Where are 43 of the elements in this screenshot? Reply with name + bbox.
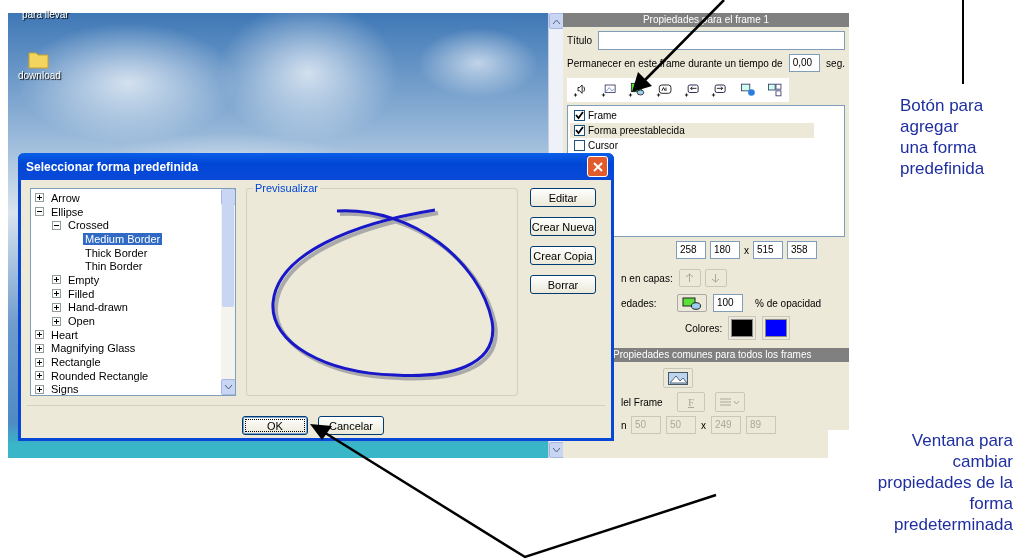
tree-item[interactable]: Arrow [49, 191, 82, 204]
field-label: edades: [621, 297, 658, 309]
dialog-button[interactable]: Borrar [530, 275, 596, 294]
tree-item[interactable]: Thin Border [83, 260, 145, 273]
dialog-title: Seleccionar forma predefinida [26, 159, 199, 174]
tree-item[interactable]: Empty [66, 273, 102, 286]
tree-item[interactable]: Medium Border [83, 232, 163, 245]
duration-input-field[interactable]: 0,00 [788, 54, 821, 72]
tree-item[interactable]: Signs [49, 383, 81, 395]
field-label: lel Frame [621, 396, 664, 408]
tree-item[interactable]: Ellipse [49, 205, 86, 218]
tree-item[interactable]: Crossed [66, 219, 111, 232]
opacity-input-field[interactable]: 100 [713, 294, 743, 312]
field-label: n en capas: [621, 272, 673, 284]
position-input-field[interactable]: 180 [710, 241, 740, 259]
tree-item[interactable]: Filled [66, 287, 97, 300]
size-input-field[interactable]: 515 [753, 241, 783, 259]
ok-button[interactable]: OK [242, 416, 308, 435]
layer-item[interactable]: Frame [570, 108, 814, 123]
layer-item[interactable]: Forma preestablecida [570, 123, 814, 138]
field-label: Título [567, 35, 592, 46]
layer-item[interactable]: Cursor [570, 138, 814, 153]
field-label: Colores: [685, 322, 723, 334]
tree-item[interactable]: Hand-drawn [66, 301, 130, 314]
tree-item[interactable]: Rectangle [49, 356, 103, 369]
dialog-button[interactable]: Crear Nueva [530, 217, 596, 236]
size-input-field[interactable]: 358 [787, 241, 817, 259]
group-label: Previsualizar [253, 182, 320, 194]
separator-label: x [701, 419, 706, 431]
field-label: % de opacidad [755, 297, 822, 309]
cancel-button[interactable]: Cancelar [318, 416, 384, 435]
tree-item[interactable]: Heart [49, 328, 80, 341]
position-input-field[interactable]: 258 [676, 241, 706, 259]
dialog-button[interactable]: Editar [530, 188, 596, 207]
tree-item[interactable]: Thick Border [83, 246, 150, 259]
tree-item[interactable]: Rounded Rectangle [49, 369, 151, 382]
tree-item[interactable]: Open [66, 315, 97, 328]
dialog-button[interactable]: Crear Copia [530, 246, 596, 265]
unit-label: seg. [826, 57, 845, 69]
field-label: n [621, 419, 626, 431]
annotation-text: Ventana para cambiar propiedades de la forma predeterminada [827, 430, 1013, 535]
tree-item[interactable]: Magnifying Glass [49, 342, 138, 355]
separator-label: x [744, 244, 749, 256]
